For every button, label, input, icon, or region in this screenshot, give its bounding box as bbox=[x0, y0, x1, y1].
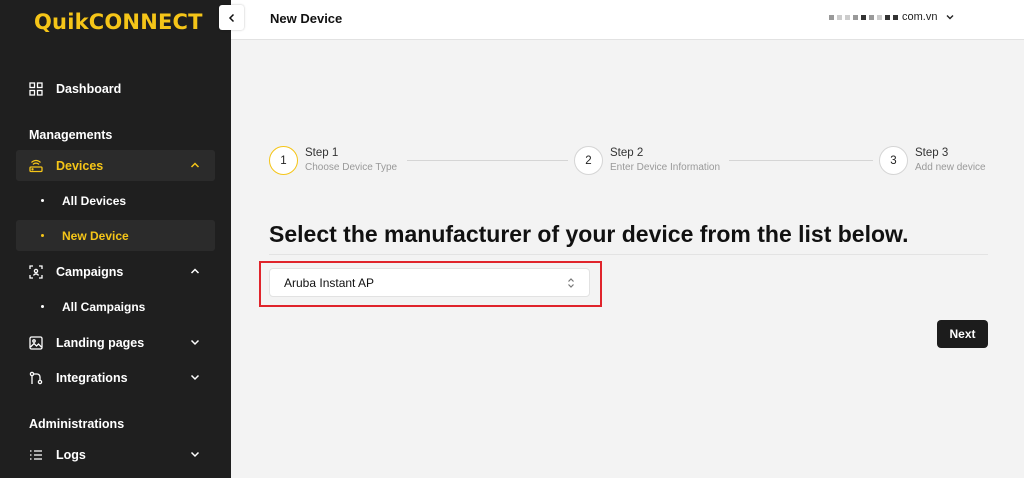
sidebar-item-label: Dashboard bbox=[56, 81, 122, 96]
manufacturer-select-value: Aruba Instant AP bbox=[284, 275, 375, 290]
chevron-down-icon[interactable] bbox=[945, 12, 955, 22]
step-2-subtitle: Enter Device Information bbox=[610, 162, 721, 173]
chevron-down-icon[interactable] bbox=[189, 336, 201, 348]
collapse-sidebar-button[interactable] bbox=[219, 5, 244, 30]
sidebar-item-label: Campaigns bbox=[56, 264, 124, 279]
account-domain: com.vn bbox=[902, 11, 938, 23]
sidebar-item-label: New Device bbox=[62, 228, 129, 243]
sidebar-item-dashboard[interactable]: Dashboard bbox=[16, 73, 215, 104]
stepper: 1 Step 1 Choose Device Type 2 Step 2 Ent… bbox=[269, 146, 989, 176]
next-button[interactable]: Next bbox=[937, 320, 988, 348]
section-label-managements: Managements bbox=[29, 128, 113, 142]
manufacturer-select[interactable]: Aruba Instant AP bbox=[269, 268, 590, 297]
step-1-title: Step 1 bbox=[305, 147, 339, 159]
sidebar-item-label: Integrations bbox=[56, 370, 128, 385]
divider bbox=[269, 254, 988, 255]
section-heading: Select the manufacturer of your device f… bbox=[269, 221, 909, 247]
image-icon bbox=[29, 335, 43, 350]
step-3-title: Step 3 bbox=[915, 147, 949, 159]
bullet-icon bbox=[41, 234, 44, 237]
bullet-icon bbox=[41, 199, 44, 202]
step-2-circle: 2 bbox=[574, 146, 603, 175]
sidebar-item-landing-pages[interactable]: Landing pages bbox=[16, 327, 215, 358]
sidebar-item-integrations[interactable]: Integrations bbox=[16, 362, 215, 393]
step-connector bbox=[407, 160, 568, 161]
chevron-up-icon[interactable] bbox=[189, 265, 201, 277]
sidebar-subitem-new-device[interactable]: New Device bbox=[16, 220, 215, 251]
page-title: New Device bbox=[270, 11, 343, 26]
step-3-circle: 3 bbox=[879, 146, 908, 175]
sidebar-item-label: Landing pages bbox=[56, 335, 145, 350]
redacted-email bbox=[829, 14, 898, 20]
sidebar-item-devices[interactable]: Devices bbox=[16, 150, 215, 181]
top-bar: New Device com.vn bbox=[231, 0, 1024, 40]
sidebar-subitem-all-campaigns[interactable]: All Campaigns bbox=[16, 291, 215, 322]
chevron-down-icon[interactable] bbox=[189, 448, 201, 460]
router-icon bbox=[29, 159, 43, 173]
sidebar-item-campaigns[interactable]: Campaigns bbox=[16, 256, 215, 287]
account-menu[interactable]: com.vn bbox=[829, 11, 955, 23]
step-2-title: Step 2 bbox=[610, 147, 644, 159]
step-3-subtitle: Add new device bbox=[915, 162, 986, 173]
section-label-administrations: Administrations bbox=[29, 417, 125, 431]
grid-icon bbox=[29, 81, 43, 96]
app-logo[interactable]: QuikCONNECT bbox=[34, 10, 203, 34]
sidebar-item-label: Logs bbox=[56, 447, 86, 462]
chevron-up-icon[interactable] bbox=[189, 159, 201, 171]
list-icon bbox=[29, 448, 43, 462]
scan-icon bbox=[29, 264, 43, 279]
step-1-circle: 1 bbox=[269, 146, 298, 175]
chevron-left-icon bbox=[228, 13, 234, 22]
chevron-down-icon[interactable] bbox=[189, 371, 201, 383]
step-1-subtitle: Choose Device Type bbox=[305, 162, 398, 173]
sidebar: QuikCONNECT Dashboard Managements Device… bbox=[0, 0, 231, 478]
bullet-icon bbox=[41, 305, 44, 308]
sidebar-item-label: All Campaigns bbox=[62, 299, 146, 314]
sidebar-subitem-all-devices[interactable]: All Devices bbox=[16, 185, 215, 216]
sidebar-item-label: All Devices bbox=[62, 193, 127, 208]
sidebar-item-logs[interactable]: Logs bbox=[16, 439, 215, 470]
chevron-up-down-icon bbox=[568, 278, 574, 288]
step-connector bbox=[729, 160, 873, 161]
sidebar-item-label: Devices bbox=[56, 158, 104, 173]
git-branch-icon bbox=[29, 371, 43, 385]
